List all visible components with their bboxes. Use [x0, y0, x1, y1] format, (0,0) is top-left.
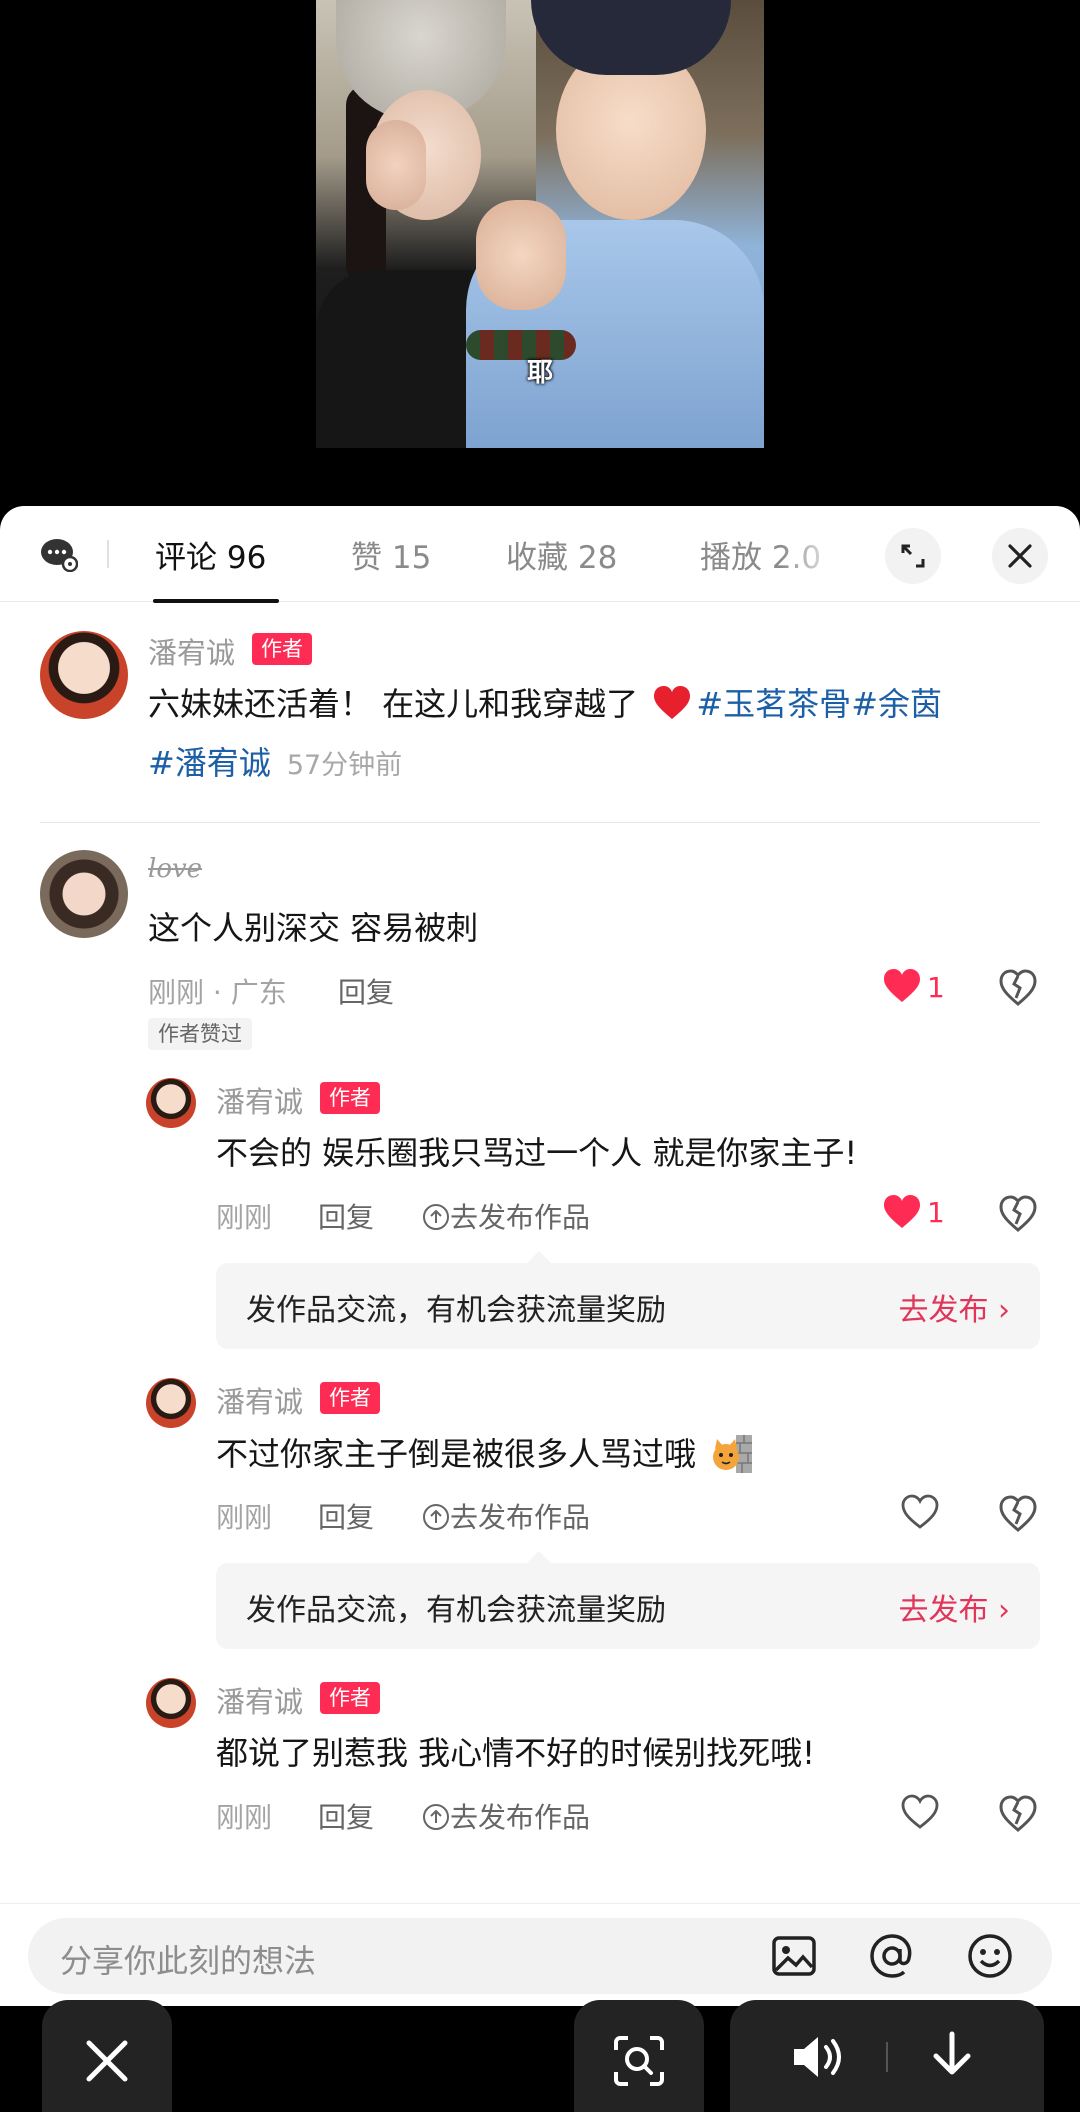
heart-outline-icon[interactable] — [900, 1794, 940, 1830]
reply-author-name[interactable]: 潘宥诚 — [216, 1079, 303, 1121]
liked-heart-icon[interactable] — [882, 968, 922, 1004]
tab-fade — [780, 506, 870, 601]
promo-publish-link[interactable]: 去发布 › — [898, 1585, 1010, 1629]
reply-text: 不会的 娱乐圈我只骂过一个人 就是你家主子! — [216, 1134, 858, 1172]
author-badge: 作者 — [252, 633, 312, 665]
close-icon — [1008, 544, 1032, 568]
promo-publish-link[interactable]: 去发布 › — [898, 1285, 1010, 1329]
tab-comments[interactable]: 评论 96 — [155, 532, 266, 577]
promo-text: 发作品交流，有机会获流量奖励 — [246, 1293, 666, 1328]
reply-text: 都说了别惹我 我心情不好的时候别找死哦! — [216, 1734, 816, 1772]
tab-bar: 评论 96 赞 15 收藏 28 播放 2.0 — [0, 506, 1080, 603]
reply-author-badge: 作者 — [320, 1082, 380, 1114]
tab-likes[interactable]: 赞 15 — [351, 532, 431, 577]
comment-input-bar: 分享你此刻的想法 — [0, 1903, 1080, 2003]
tab-active-indicator — [153, 599, 279, 603]
upload-circle-icon — [423, 1804, 449, 1830]
publish-work-link[interactable]: 去发布作品 — [422, 1796, 590, 1836]
emoji-icon[interactable] — [966, 1932, 1014, 1980]
promo-banner[interactable]: 发作品交流，有机会获流量奖励 去发布 › — [216, 1551, 1040, 1649]
publish-work-link[interactable]: 去发布作品 — [422, 1496, 590, 1536]
upload-circle-icon — [423, 1204, 449, 1230]
commenter-name[interactable]: love — [148, 854, 202, 884]
author-liked-badge: 作者赞过 — [148, 1018, 252, 1050]
control-separator — [886, 2042, 888, 2072]
reply-time: 刚刚 — [216, 1201, 273, 1234]
dislike-icon[interactable] — [998, 968, 1038, 1008]
volume-icon[interactable] — [790, 2032, 850, 2082]
media-controls — [730, 2000, 1044, 2112]
reply-reply-button[interactable]: 回复 — [318, 1796, 374, 1836]
dislike-icon[interactable] — [998, 1494, 1038, 1534]
scan-search-icon — [614, 2036, 664, 2086]
post-text: 六妹妹还活着！ 在这儿和我穿越了 — [148, 685, 639, 723]
comment-like-count: 1 — [927, 971, 945, 1004]
comment-panel: 评论 96 赞 15 收藏 28 播放 2.0 潘宥诚 作者 六妹妹还活着！ 在… — [0, 506, 1080, 2006]
reply-reply-button[interactable]: 回复 — [318, 1496, 374, 1536]
reply-avatar[interactable] — [146, 1678, 196, 1728]
post-text-line1: 六妹妹还活着！ 在这儿和我穿越了 #玉茗茶骨#余茵 — [148, 682, 942, 726]
video-caption: 耶 — [526, 358, 553, 388]
publish-work-label: 去发布作品 — [450, 1501, 591, 1534]
comment-input-placeholder: 分享你此刻的想法 — [60, 1942, 317, 1980]
cat-wall-emoji-icon — [713, 1435, 753, 1473]
reply-like-count: 1 — [927, 1196, 945, 1229]
reply-time: 刚刚 — [216, 1801, 273, 1834]
post-author-name[interactable]: 潘宥诚 — [148, 630, 235, 672]
reply-avatar[interactable] — [146, 1078, 196, 1128]
download-icon[interactable] — [930, 2030, 974, 2080]
reply-author-name[interactable]: 潘宥诚 — [216, 1679, 303, 1721]
tab-separator — [107, 540, 109, 568]
publish-work-label: 去发布作品 — [450, 1201, 591, 1234]
dislike-icon[interactable] — [998, 1794, 1038, 1834]
close-video-button[interactable] — [42, 2000, 172, 2112]
commenter-avatar[interactable] — [40, 850, 128, 938]
comment-meta: 刚刚 · 广东 — [148, 976, 287, 1009]
reply-author-badge: 作者 — [320, 1682, 380, 1714]
upload-circle-icon — [423, 1504, 449, 1530]
comment-reply-button[interactable]: 回复 — [338, 971, 394, 1011]
promo-text: 发作品交流，有机会获流量奖励 — [246, 1593, 666, 1628]
peace-sign-hand — [366, 120, 426, 210]
reply-author-name[interactable]: 潘宥诚 — [216, 1379, 303, 1421]
red-heart-icon — [654, 686, 691, 719]
expand-button[interactable] — [885, 528, 941, 584]
tab-favorites[interactable]: 收藏 28 — [506, 532, 617, 577]
mention-icon[interactable] — [868, 1932, 916, 1980]
post-text-line2: #潘宥诚 57分钟前 — [148, 741, 402, 788]
post-divider — [40, 822, 1040, 823]
reply-text-row: 不过你家主子倒是被很多人骂过哦 — [216, 1431, 754, 1476]
promo-banner[interactable]: 发作品交流，有机会获流量奖励 去发布 › — [216, 1251, 1040, 1349]
scan-button[interactable] — [574, 2000, 704, 2112]
hashtag-1[interactable]: #玉茗茶骨 — [696, 685, 851, 723]
comment-text: 这个人别深交 容易被刺 — [148, 909, 479, 947]
dislike-icon[interactable] — [998, 1194, 1038, 1234]
close-icon — [86, 2040, 128, 2082]
reply-text: 不过你家主子倒是被很多人骂过哦 — [216, 1435, 697, 1473]
image-icon[interactable] — [770, 1932, 818, 1980]
video-frame[interactable]: 耶 — [316, 0, 764, 448]
hashtag-2[interactable]: #余茵 — [851, 685, 942, 723]
comment-input[interactable]: 分享你此刻的想法 — [28, 1918, 1052, 1994]
reply-time: 刚刚 — [216, 1501, 273, 1534]
heart-outline-icon[interactable] — [900, 1494, 940, 1530]
hashtag-3[interactable]: #潘宥诚 — [148, 744, 271, 782]
publish-work-link[interactable]: 去发布作品 — [422, 1196, 590, 1236]
chat-settings-icon[interactable] — [40, 536, 78, 572]
post-time: 57分钟前 — [286, 750, 403, 781]
author-avatar[interactable] — [40, 631, 128, 719]
publish-work-label: 去发布作品 — [450, 1801, 591, 1834]
reply-author-badge: 作者 — [320, 1382, 380, 1414]
raised-fist — [476, 200, 566, 310]
expand-icon — [901, 544, 925, 568]
liked-heart-icon[interactable] — [882, 1194, 922, 1230]
reply-avatar[interactable] — [146, 1378, 196, 1428]
reply-reply-button[interactable]: 回复 — [318, 1196, 374, 1236]
close-panel-button[interactable] — [992, 528, 1048, 584]
